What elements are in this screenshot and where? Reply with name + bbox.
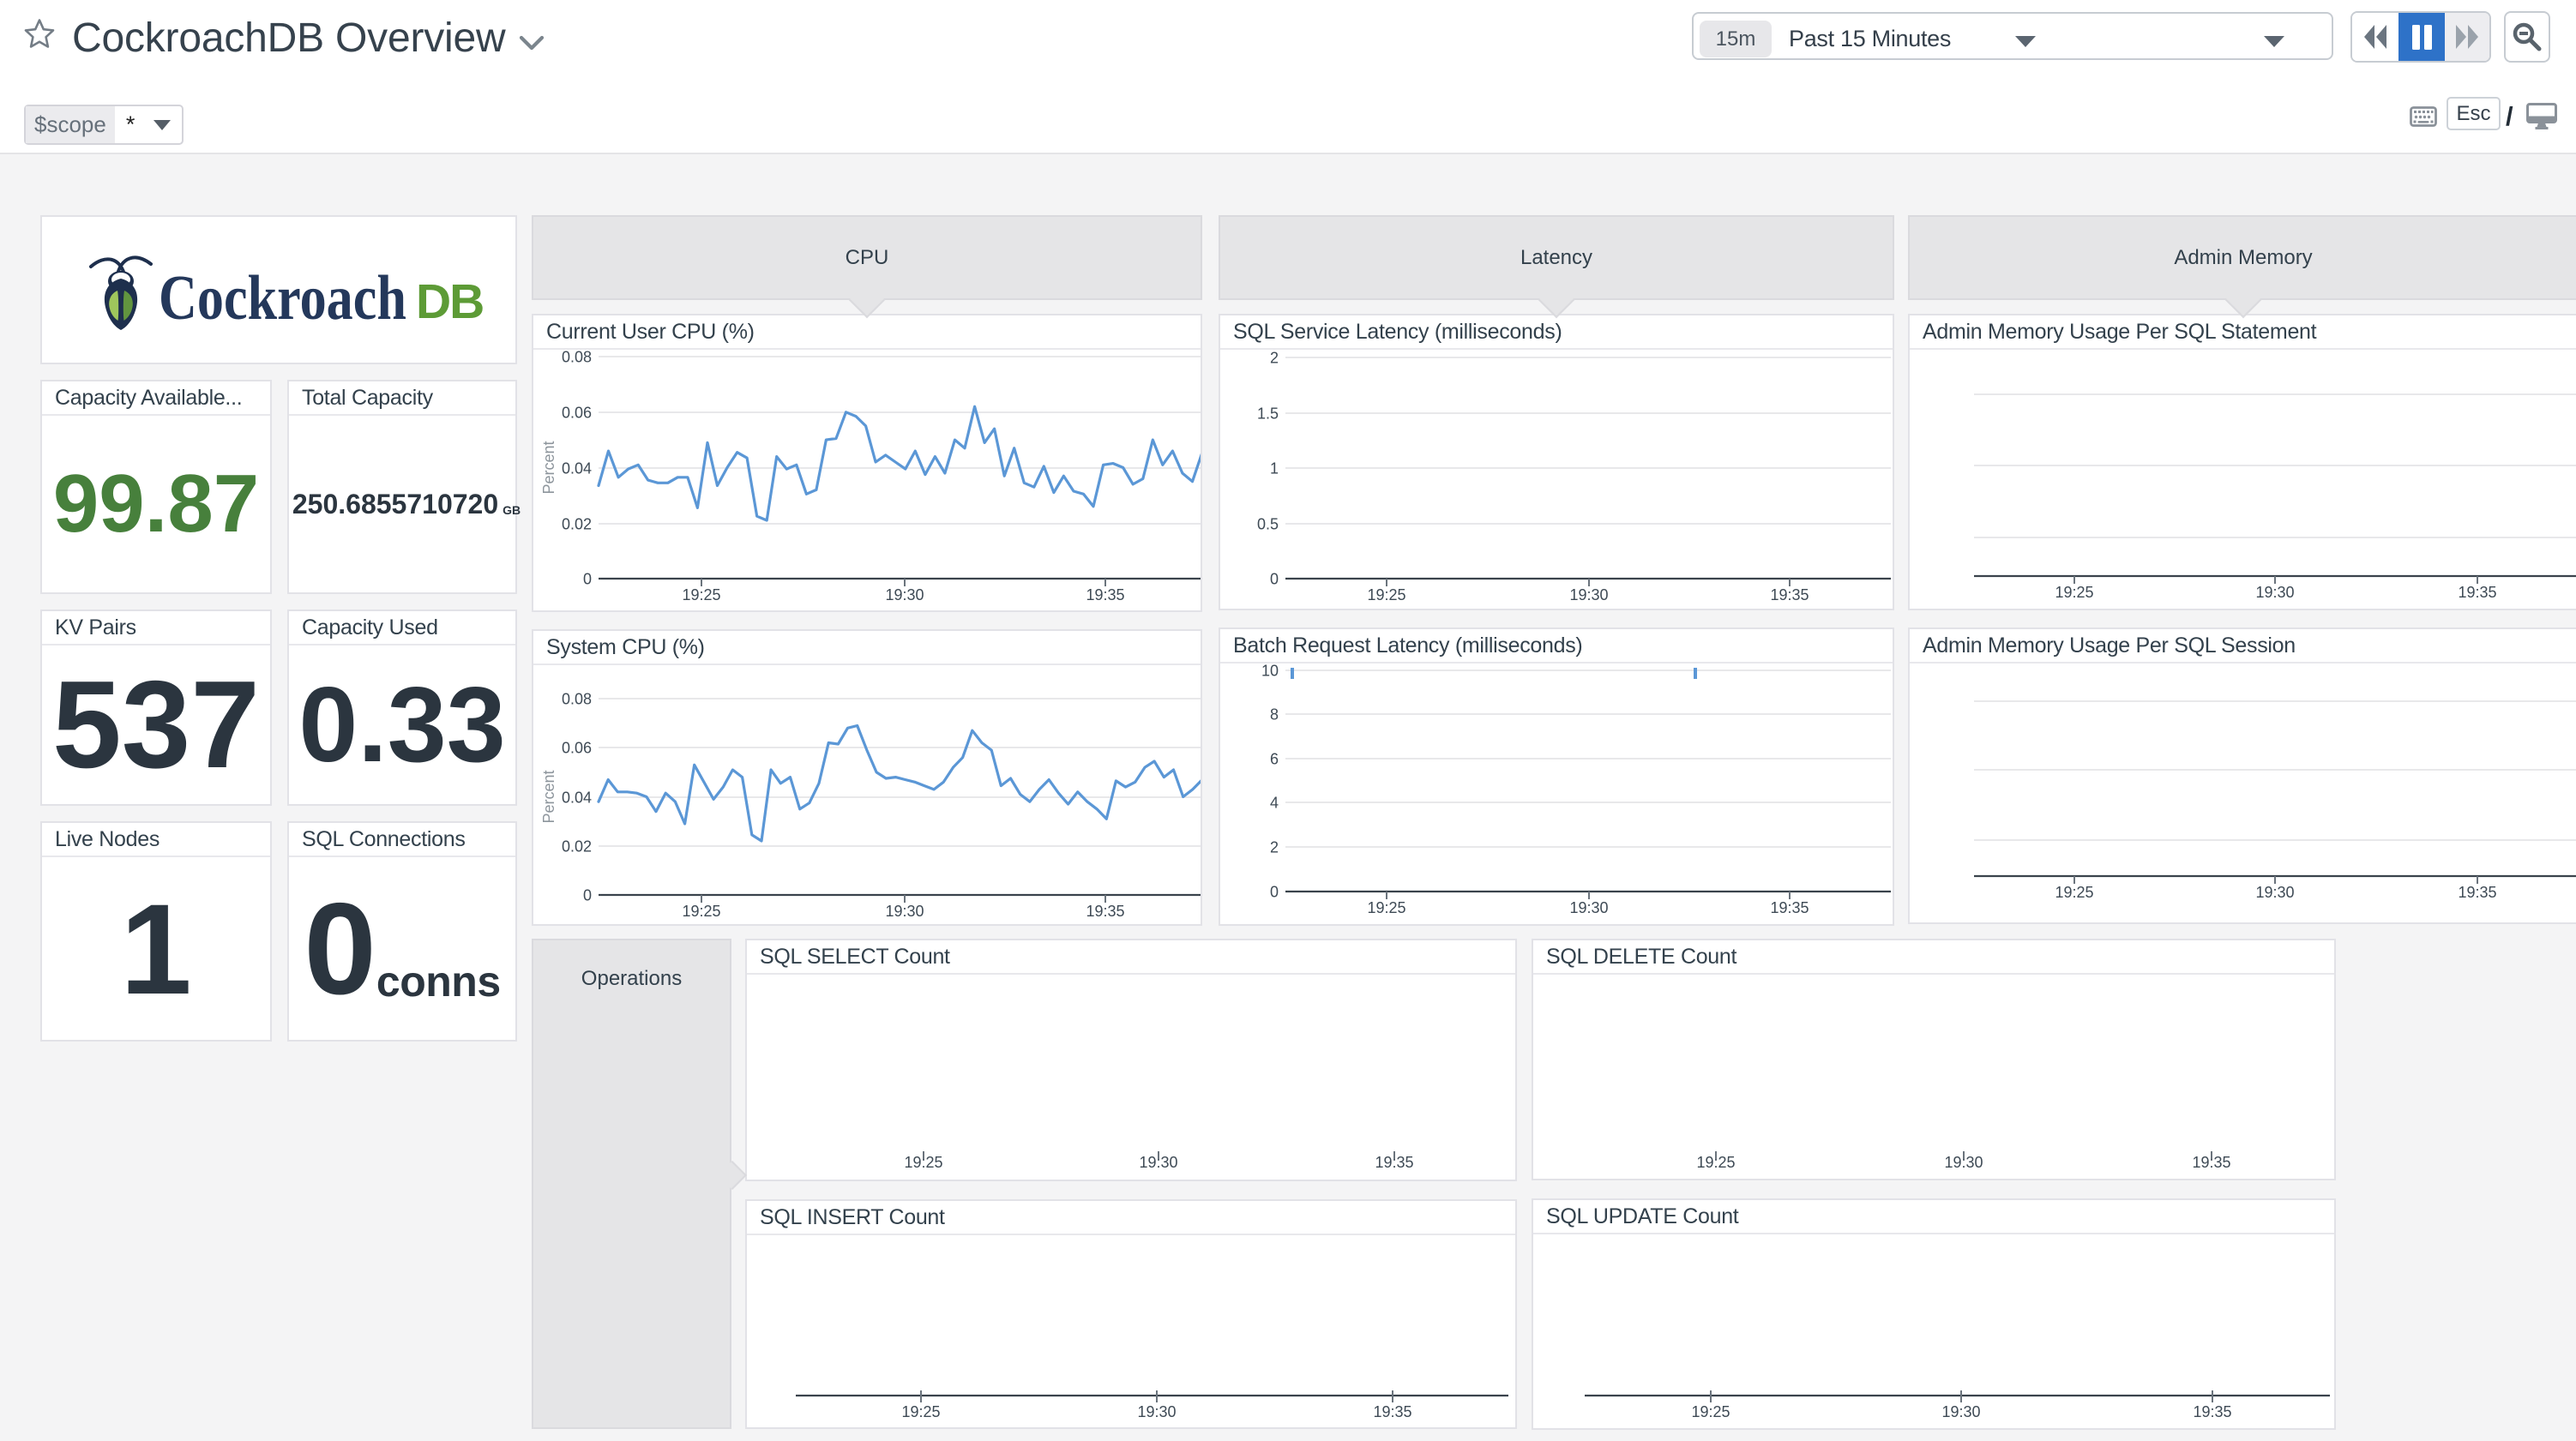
- svg-text:19:30: 19:30: [885, 586, 924, 603]
- svg-text:19:35: 19:35: [1770, 899, 1809, 916]
- svg-text:19:30: 19:30: [2255, 584, 2294, 601]
- svg-text:19:25: 19:25: [1367, 586, 1405, 603]
- svg-text:19:30: 19:30: [1137, 1403, 1176, 1420]
- svg-text:0.02: 0.02: [562, 838, 592, 856]
- svg-text:19:30: 19:30: [1139, 1154, 1177, 1171]
- svg-text:19:25: 19:25: [1691, 1403, 1730, 1420]
- svg-text:19:35: 19:35: [1770, 586, 1809, 603]
- svg-text:8: 8: [1270, 706, 1279, 724]
- svg-text:1: 1: [1270, 460, 1279, 477]
- svg-text:0.08: 0.08: [562, 349, 592, 366]
- svg-text:0.08: 0.08: [562, 691, 592, 708]
- svg-text:19:25: 19:25: [2055, 884, 2093, 901]
- svg-text:19:25: 19:25: [1367, 899, 1405, 916]
- svg-text:19:35: 19:35: [1086, 586, 1124, 603]
- svg-text:19:25: 19:25: [682, 903, 720, 920]
- svg-text:Percent: Percent: [540, 441, 557, 494]
- svg-text:6: 6: [1270, 751, 1279, 768]
- svg-text:19:25: 19:25: [682, 586, 720, 603]
- svg-text:0: 0: [583, 571, 592, 588]
- svg-text:0: 0: [1270, 571, 1279, 588]
- svg-text:0.04: 0.04: [562, 790, 592, 807]
- svg-text:19:35: 19:35: [1375, 1154, 1413, 1171]
- svg-text:19:35: 19:35: [2193, 1403, 2231, 1420]
- svg-text:2: 2: [1270, 350, 1279, 367]
- svg-text:4: 4: [1270, 795, 1279, 812]
- svg-text:19:35: 19:35: [1086, 903, 1124, 920]
- svg-text:0: 0: [1270, 884, 1279, 901]
- svg-text:0: 0: [583, 887, 592, 904]
- svg-text:19:25: 19:25: [901, 1403, 940, 1420]
- svg-text:19:30: 19:30: [1569, 586, 1608, 603]
- svg-text:19:30: 19:30: [1569, 899, 1608, 916]
- svg-text:0.02: 0.02: [562, 516, 592, 533]
- svg-text:19:25: 19:25: [904, 1154, 942, 1171]
- svg-text:19:30: 19:30: [1944, 1154, 1983, 1171]
- svg-text:19:25: 19:25: [1696, 1154, 1735, 1171]
- svg-text:0.04: 0.04: [562, 460, 592, 477]
- svg-text:19:25: 19:25: [2055, 584, 2093, 601]
- svg-text:1.5: 1.5: [1257, 405, 1279, 423]
- svg-text:19:35: 19:35: [2192, 1154, 2230, 1171]
- svg-text:19:35: 19:35: [2458, 884, 2496, 901]
- svg-text:19:30: 19:30: [1941, 1403, 1980, 1420]
- svg-text:0.06: 0.06: [562, 405, 592, 422]
- svg-text:19:30: 19:30: [2255, 884, 2294, 901]
- svg-text:19:35: 19:35: [2458, 584, 2496, 601]
- svg-text:Percent: Percent: [540, 770, 557, 823]
- svg-text:0.06: 0.06: [562, 740, 592, 757]
- svg-text:10: 10: [1261, 663, 1279, 680]
- svg-text:0.5: 0.5: [1257, 516, 1279, 533]
- svg-text:19:35: 19:35: [1373, 1403, 1411, 1420]
- svg-text:2: 2: [1270, 839, 1279, 856]
- svg-text:19:30: 19:30: [885, 903, 924, 920]
